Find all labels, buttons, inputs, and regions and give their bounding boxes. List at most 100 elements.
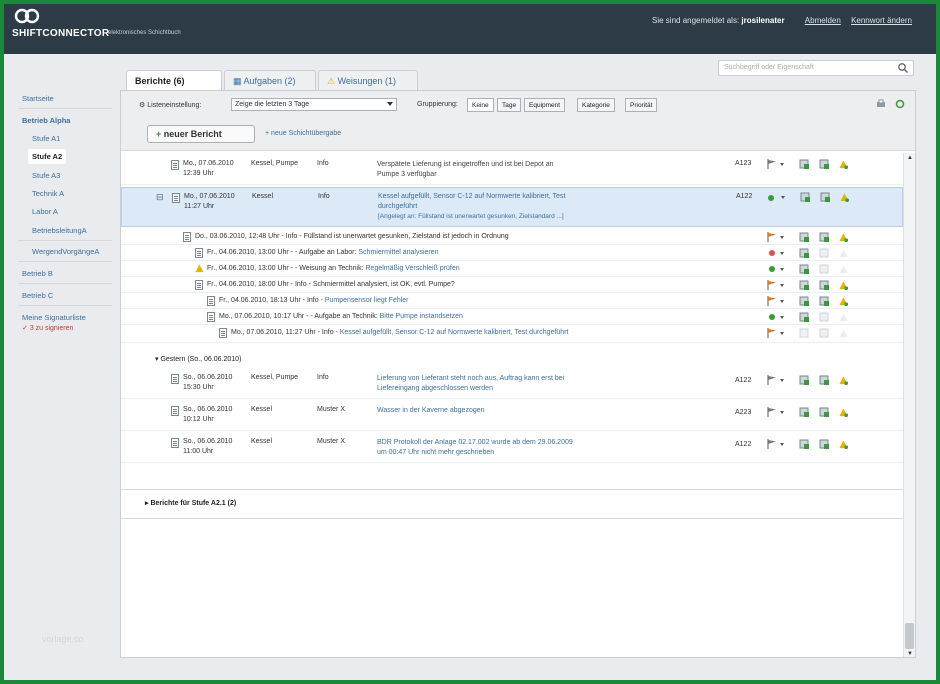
thread-row[interactable]: Do., 03.06.2010, 12:48 Uhr - Info - Füll… <box>121 229 903 245</box>
warning-icon[interactable] <box>839 281 848 290</box>
flag-icon[interactable] <box>767 280 777 290</box>
edit-icon[interactable] <box>799 264 809 274</box>
warning-icon[interactable] <box>839 297 848 306</box>
sidebar-item-labor[interactable]: Labor A <box>32 207 58 216</box>
warning-icon[interactable] <box>839 440 848 449</box>
flag-icon[interactable] <box>767 407 777 417</box>
print-icon[interactable] <box>876 99 886 109</box>
row-description-line2: Liefereingang abgeschlossen werden <box>377 385 493 392</box>
signature-alert[interactable]: ✓ 3 zu signieren <box>22 324 73 332</box>
grouping-priority-button[interactable]: Priorität <box>625 98 658 112</box>
sidebar-item-start[interactable]: Startseite <box>22 94 54 103</box>
copy-icon[interactable] <box>819 439 829 449</box>
thread-link[interactable]: Bitte Pumpe instandsetzen <box>380 313 463 320</box>
search-icon[interactable] <box>897 62 909 74</box>
thread-row[interactable]: Fr., 04.06.2010, 13:00 Uhr - - Aufgabe a… <box>121 245 903 261</box>
warning-icon[interactable] <box>839 376 848 385</box>
flag-icon[interactable] <box>767 375 777 385</box>
sidebar-item-betrieb-alpha[interactable]: Betrieb Alpha <box>22 116 70 125</box>
copy-icon[interactable] <box>820 192 830 202</box>
thread-row[interactable]: Fr., 04.06.2010, 18:13 Uhr - Info - Pump… <box>121 293 903 309</box>
flag-icon[interactable] <box>767 159 777 169</box>
edit-icon[interactable] <box>799 407 809 417</box>
grouping-days-button[interactable]: Tage <box>497 98 522 112</box>
table-row[interactable]: So., 06.06.2010 10:12 Uhr Kessel Muster … <box>121 401 903 431</box>
thread-link[interactable]: Regelmäßig Verschleiß prüfen <box>366 265 460 272</box>
thread-link[interactable]: Schmiermittel analysieren <box>358 249 438 256</box>
copy-icon[interactable] <box>819 375 829 385</box>
sidebar-item-betrieb-b[interactable]: Betrieb B <box>22 269 53 278</box>
edit-icon[interactable] <box>799 280 809 290</box>
copy-icon[interactable] <box>819 232 829 242</box>
scroll-thumb[interactable] <box>905 623 914 649</box>
flag-icon[interactable] <box>767 439 777 449</box>
thread-row[interactable]: Fr., 04.06.2010, 18:00 Uhr - Info - Schm… <box>121 277 903 293</box>
tab-berichte[interactable]: Berichte (6) <box>126 70 222 91</box>
status-green-icon[interactable] <box>769 266 775 272</box>
warning-icon[interactable] <box>840 193 849 202</box>
list-settings-select[interactable]: Zeige die letzten 3 Tage <box>231 98 397 111</box>
edit-icon[interactable] <box>799 248 809 258</box>
grouping-equipment-button[interactable]: Equipment <box>524 98 566 112</box>
status-green-icon[interactable] <box>769 314 775 320</box>
new-handover-link[interactable]: + neue Schichtübergabe <box>265 130 341 137</box>
edit-icon[interactable] <box>800 192 810 202</box>
thread-prefix: Fr., 04.06.2010, 18:13 Uhr - Info - <box>219 297 325 304</box>
group-header-stufe-a21[interactable]: ▸ Berichte für Stufe A2.1 (2) <box>121 489 903 519</box>
sidebar-item-betriebsleitung[interactable]: BetriebsleitungA <box>32 226 87 235</box>
copy-icon[interactable] <box>819 296 829 306</box>
thread-row[interactable]: Fr., 04.06.2010, 13:00 Uhr - - Weisung a… <box>121 261 903 277</box>
warning-icon[interactable] <box>839 233 848 242</box>
row-description[interactable]: BDR Protokoll der Anlage 02.17.002 wurde… <box>377 438 573 458</box>
grouping-category-button[interactable]: Kategorie <box>577 98 615 112</box>
table-row-selected[interactable]: ⊟ Mo., 07.06.2010 11:27 Uhr Kessel Info … <box>121 187 903 227</box>
table-row[interactable]: So., 06.06.2010 11:00 Uhr Kessel Muster … <box>121 433 903 463</box>
change-password-link[interactable]: Kennwort ändern <box>851 16 912 25</box>
sidebar-item-stufe-a2[interactable]: Stufe A2 <box>28 149 67 164</box>
warning-icon[interactable] <box>839 160 848 169</box>
thread-link[interactable]: Pumpensensor liegt Fehler <box>325 297 409 304</box>
edit-icon[interactable] <box>799 375 809 385</box>
edit-icon[interactable] <box>799 159 809 169</box>
new-report-button[interactable]: + neuer Bericht <box>147 125 255 143</box>
thread-row[interactable]: Mo., 07.06.2010, 11:27 Uhr - Info - Kess… <box>121 325 903 343</box>
flag-icon[interactable] <box>767 328 777 338</box>
warning-icon[interactable] <box>839 408 848 417</box>
edit-icon[interactable] <box>799 296 809 306</box>
sidebar-item-technik[interactable]: Technik A <box>32 189 64 198</box>
tab-aufgaben[interactable]: ▦ Aufgaben (2) <box>224 70 316 90</box>
collapse-icon[interactable]: ⊟ <box>156 192 164 203</box>
search-input[interactable]: Suchbegriff oder Eigenschaft <box>718 60 914 76</box>
sidebar-item-stufe-a1[interactable]: Stufe A1 <box>32 134 60 143</box>
refresh-icon[interactable] <box>895 99 905 109</box>
grouping-none-button[interactable]: Keine <box>467 98 494 112</box>
thread-row[interactable]: Mo., 07.06.2010, 10:17 Uhr - - Aufgabe a… <box>121 309 903 325</box>
table-row[interactable]: Mo., 07.06.2010 12:39 Uhr Kessel, Pumpe … <box>121 155 903 185</box>
row-description[interactable]: Lieferung von Lieferant steht noch aus, … <box>377 374 564 394</box>
copy-icon[interactable] <box>819 407 829 417</box>
row-description[interactable]: Wasser in der Kaverne abgezogen <box>377 406 485 416</box>
vertical-scrollbar[interactable]: ▲ ▼ <box>903 153 915 657</box>
flag-icon[interactable] <box>767 296 777 306</box>
flag-icon[interactable] <box>767 232 777 242</box>
status-red-icon[interactable] <box>769 250 775 256</box>
row-description[interactable]: Kessel aufgefüllt, Sensor C-12 auf Normw… <box>378 192 565 222</box>
copy-icon[interactable] <box>819 159 829 169</box>
edit-icon[interactable] <box>799 232 809 242</box>
scroll-down-icon[interactable]: ▼ <box>907 651 913 657</box>
edit-icon[interactable] <box>799 439 809 449</box>
thread-link[interactable]: Kessel aufgefüllt, Sensor C-12 auf Normw… <box>340 329 569 336</box>
scroll-up-icon[interactable]: ▲ <box>907 155 913 161</box>
edit-icon[interactable] <box>799 312 809 322</box>
copy-icon[interactable] <box>819 280 829 290</box>
status-green-icon[interactable] <box>768 195 774 201</box>
sidebar-item-betrieb-c[interactable]: Betrieb C <box>22 291 53 300</box>
table-row[interactable]: So., 06.06.2010 15:30 Uhr Kessel, Pumpe … <box>121 369 903 399</box>
sidebar-item-stufe-a3[interactable]: Stufe A3 <box>32 171 60 180</box>
tab-weisungen[interactable]: ⚠ Weisungen (1) <box>318 70 418 90</box>
row-description[interactable]: Verspätete Lieferung ist eingetroffen un… <box>377 160 554 180</box>
sidebar-item-signaturliste[interactable]: Meine Signaturliste <box>22 313 86 322</box>
group-header-gestern[interactable]: ▾ Gestern (So., 06.06.2010) <box>155 355 241 363</box>
sidebar-item-vorgaenge[interactable]: WergendVorgängeA <box>32 247 99 256</box>
logout-link[interactable]: Abmelden <box>805 16 841 25</box>
